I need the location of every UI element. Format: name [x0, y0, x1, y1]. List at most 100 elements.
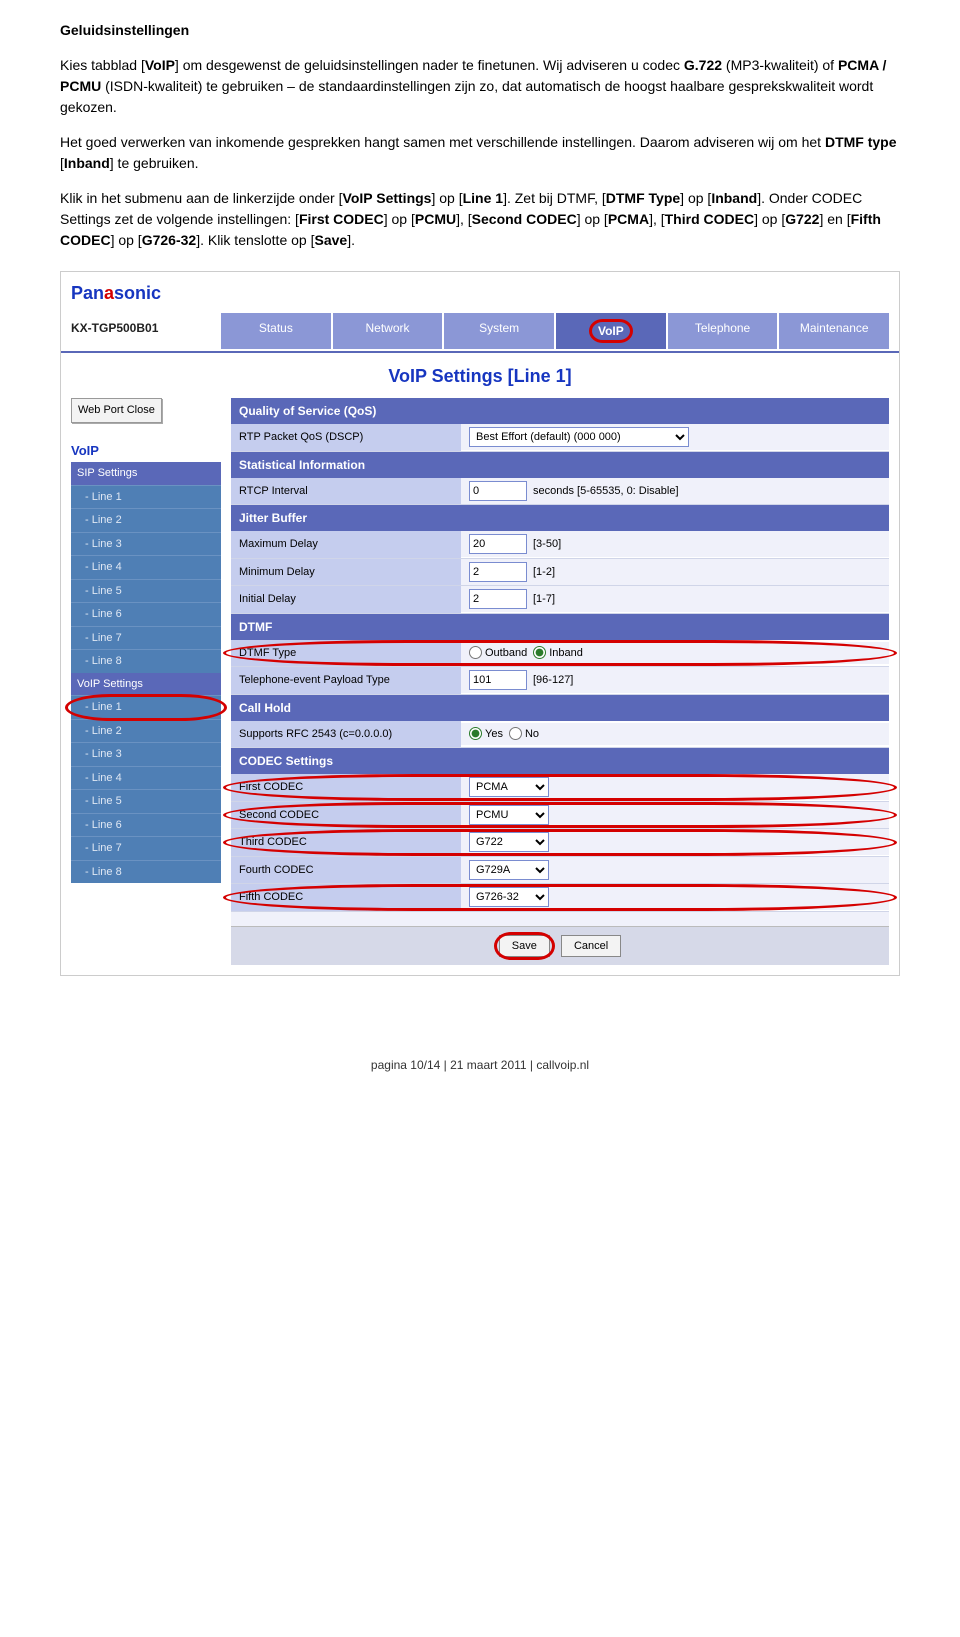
- label-rfc2543: Supports RFC 2543 (c=0.0.0.0): [231, 721, 461, 748]
- input-telephone-event[interactable]: [469, 670, 527, 690]
- text: ] op [: [680, 190, 711, 206]
- text: ]. Zet bij DTMF, [: [503, 190, 606, 206]
- highlight-circle: VoIP: [589, 319, 633, 343]
- sidebar-voip-line7[interactable]: - Line 7: [71, 836, 221, 860]
- paragraph-3: Klik in het submenu aan de linkerzijde o…: [60, 188, 900, 251]
- text: ] en [: [819, 211, 850, 227]
- label-min-delay: Minimum Delay: [231, 559, 461, 586]
- input-rtcp-interval[interactable]: [469, 481, 527, 501]
- select-fourth-codec[interactable]: G729A: [469, 860, 549, 880]
- input-initial-delay[interactable]: [469, 589, 527, 609]
- label-fifth-codec: Fifth CODEC: [231, 884, 461, 911]
- bold: Third CODEC: [665, 211, 754, 227]
- model-nav-row: KX-TGP500B01 Status Network System VoIP …: [61, 311, 899, 353]
- row-fourth-codec: Fourth CODEC G729A: [231, 857, 889, 885]
- radio-outband[interactable]: Outband: [469, 645, 527, 662]
- tab-system[interactable]: System: [444, 313, 556, 349]
- tab-telephone[interactable]: Telephone: [668, 313, 780, 349]
- suffix: [1-2]: [533, 564, 555, 581]
- sidebar-sip-line1[interactable]: - Line 1: [71, 485, 221, 509]
- paragraph-2: Het goed verwerken van inkomende gesprek…: [60, 132, 900, 174]
- sidebar-voip-line4[interactable]: - Line 4: [71, 766, 221, 790]
- row-dtmf-type: DTMF Type Outband Inband: [231, 640, 889, 668]
- bold: Line 1: [463, 190, 503, 206]
- radio-rfc-no[interactable]: No: [509, 726, 539, 743]
- label-fourth-codec: Fourth CODEC: [231, 857, 461, 884]
- label-dtmf-type: DTMF Type: [231, 640, 461, 667]
- text: ] te gebruiken.: [110, 155, 199, 171]
- section-call-hold: Call Hold: [231, 695, 889, 721]
- sidebar-sip-line3[interactable]: - Line 3: [71, 532, 221, 556]
- select-third-codec[interactable]: G722: [469, 832, 549, 852]
- sidebar-sip-line8[interactable]: - Line 8: [71, 649, 221, 673]
- bold: G726-32: [142, 232, 196, 248]
- text: ] op [: [577, 211, 608, 227]
- text: Kies tabblad [: [60, 57, 145, 73]
- row-rtp-qos: RTP Packet QoS (DSCP) Best Effort (defau…: [231, 424, 889, 452]
- paragraph-1: Kies tabblad [VoIP] om desgewenst de gel…: [60, 55, 900, 118]
- section-qos: Quality of Service (QoS): [231, 398, 889, 424]
- bold: DTMF Type: [606, 190, 680, 206]
- sidebar-sip-line4[interactable]: - Line 4: [71, 555, 221, 579]
- radio-inband[interactable]: Inband: [533, 645, 583, 662]
- row-second-codec: Second CODEC PCMU: [231, 802, 889, 830]
- label-telephone-event: Telephone-event Payload Type: [231, 667, 461, 694]
- sidebar-voip-line2[interactable]: - Line 2: [71, 719, 221, 743]
- sidebar-voip-line1[interactable]: - Line 1: [71, 695, 221, 719]
- label-third-codec: Third CODEC: [231, 829, 461, 856]
- radio-label: Outband: [485, 645, 527, 662]
- select-second-codec[interactable]: PCMU: [469, 805, 549, 825]
- radio-rfc-yes[interactable]: Yes: [469, 726, 503, 743]
- text: ] op [: [754, 211, 785, 227]
- select-first-codec[interactable]: PCMA: [469, 777, 549, 797]
- sidebar-sip-line2[interactable]: - Line 2: [71, 508, 221, 532]
- bold-dtmf-type: DTMF type: [825, 134, 897, 150]
- text: Het goed verwerken van inkomende gesprek…: [60, 134, 825, 150]
- bold: Save: [314, 232, 347, 248]
- text: ] op [: [431, 190, 462, 206]
- select-rtp-qos[interactable]: Best Effort (default) (000 000): [469, 427, 689, 447]
- section-jitter: Jitter Buffer: [231, 505, 889, 531]
- sidebar-voip-settings[interactable]: VoIP Settings: [71, 673, 221, 696]
- sidebar-voip-line3[interactable]: - Line 3: [71, 742, 221, 766]
- tab-voip[interactable]: VoIP: [556, 313, 668, 349]
- panasonic-logo: Panasonic: [71, 283, 161, 303]
- bold: First CODEC: [299, 211, 384, 227]
- logo-part: Pan: [71, 283, 104, 303]
- sidebar-voip-line6[interactable]: - Line 6: [71, 813, 221, 837]
- page-footer: pagina 10/14 | 21 maart 2011 | callvoip.…: [60, 1056, 900, 1074]
- save-button[interactable]: Save: [499, 935, 550, 958]
- radio-label: Yes: [485, 726, 503, 743]
- row-first-codec: First CODEC PCMA: [231, 774, 889, 802]
- section-statistical: Statistical Information: [231, 452, 889, 478]
- cancel-button[interactable]: Cancel: [561, 935, 621, 958]
- label-initial-delay: Initial Delay: [231, 586, 461, 613]
- web-port-close-button[interactable]: Web Port Close: [71, 398, 162, 423]
- row-max-delay: Maximum Delay [3-50]: [231, 531, 889, 559]
- label-max-delay: Maximum Delay: [231, 531, 461, 558]
- document-page: Geluidsinstellingen Kies tabblad [VoIP] …: [0, 0, 960, 1114]
- sidebar-sip-settings[interactable]: SIP Settings: [71, 462, 221, 485]
- text: ] om desgewenst de geluidsinstellingen n…: [175, 57, 684, 73]
- select-fifth-codec[interactable]: G726-32: [469, 887, 549, 907]
- model-number: KX-TGP500B01: [71, 313, 221, 349]
- logo-part-red: a: [104, 283, 114, 303]
- tab-network[interactable]: Network: [333, 313, 445, 349]
- sidebar-sip-line6[interactable]: - Line 6: [71, 602, 221, 626]
- sidebar-sip-line7[interactable]: - Line 7: [71, 626, 221, 650]
- row-min-delay: Minimum Delay [1-2]: [231, 559, 889, 587]
- embedded-screenshot: Panasonic KX-TGP500B01 Status Network Sy…: [60, 271, 900, 976]
- input-max-delay[interactable]: [469, 534, 527, 554]
- section-heading: Geluidsinstellingen: [60, 20, 900, 41]
- tab-status[interactable]: Status: [221, 313, 333, 349]
- row-rtcp-interval: RTCP Interval seconds [5-65535, 0: Disab…: [231, 478, 889, 506]
- tab-maintenance[interactable]: Maintenance: [779, 313, 889, 349]
- sidebar-voip-line5[interactable]: - Line 5: [71, 789, 221, 813]
- label-first-codec: First CODEC: [231, 774, 461, 801]
- bold: G722: [785, 211, 819, 227]
- sidebar-sip-line5[interactable]: - Line 5: [71, 579, 221, 603]
- input-min-delay[interactable]: [469, 562, 527, 582]
- suffix: seconds [5-65535, 0: Disable]: [533, 483, 679, 500]
- sidebar-voip-line8[interactable]: - Line 8: [71, 860, 221, 884]
- suffix: [3-50]: [533, 536, 561, 553]
